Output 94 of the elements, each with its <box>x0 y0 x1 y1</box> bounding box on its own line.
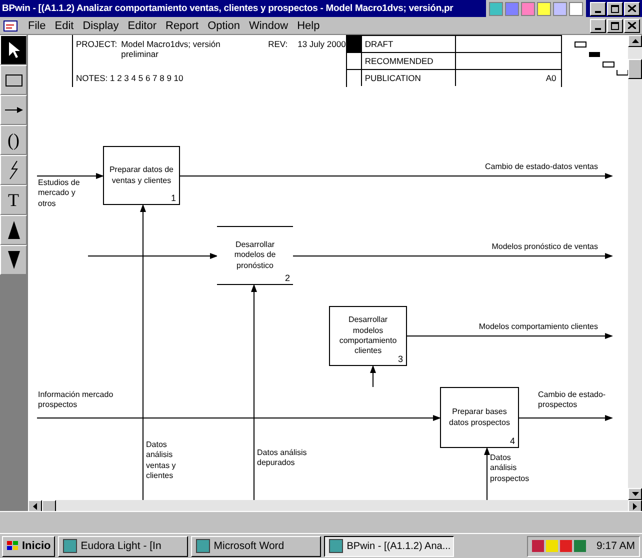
right-arrow-icon <box>633 502 637 510</box>
up-arrow-icon <box>632 39 638 43</box>
arrow-label: Información mercado prospectos <box>38 390 114 411</box>
status-label: RECOMMENDED <box>362 53 456 69</box>
arrow-label: Datos análisis prospectos <box>490 453 530 484</box>
menu-item[interactable]: Display <box>78 20 123 32</box>
arrow-label: Cambio de estado-prospectos <box>538 390 606 411</box>
arrow-label: Modelos comportamiento clientes <box>478 322 598 332</box>
window-title: BPwin - [(A1.1.2) Analizar comportamiento ventas, clientes y prospectos - Model Macro1dvs; versión,pr <box>2 3 454 14</box>
notes-text: NOTES: 1 2 3 4 5 6 7 8 9 10 <box>76 73 184 83</box>
rev-date: 13 July 2000 <box>298 39 346 51</box>
connector-arrow <box>484 447 490 500</box>
clock: 9:17 AM <box>596 540 635 552</box>
tool-button[interactable] <box>0 155 27 185</box>
activity-box[interactable]: Desarrollar modelos comportamiento clientes 3 <box>329 306 407 366</box>
close-icon <box>628 5 636 12</box>
arrow-label: Cambio de estado-datos ventas <box>484 162 598 172</box>
scroll-thumb[interactable] <box>42 500 56 512</box>
activity-label: Desarrollar modelos de pronóstico <box>233 240 277 272</box>
scroll-down-button[interactable] <box>628 488 642 500</box>
tool-button[interactable] <box>0 215 27 245</box>
tool-glyph: T <box>8 191 19 209</box>
down-arrow-icon <box>632 492 638 496</box>
activity-number: 3 <box>398 354 403 364</box>
horizontal-scrollbar[interactable] <box>28 500 642 512</box>
down-triangle-icon <box>6 250 20 270</box>
activity-label: Preparar bases datos prospectos <box>448 407 511 428</box>
tray-icon[interactable] <box>560 540 572 552</box>
taskbar-button[interactable]: Eudora Light - [In <box>58 536 188 556</box>
quick-launch-icon[interactable] <box>537 2 551 16</box>
tool-button[interactable]: T <box>0 185 27 215</box>
tool-button[interactable] <box>0 35 27 65</box>
app-icon <box>196 539 210 553</box>
maximize-button[interactable] <box>607 2 623 16</box>
close-button[interactable] <box>624 2 640 16</box>
arrow-label: Datos análisis depurados <box>257 448 307 469</box>
activity-number: 1 <box>170 193 176 203</box>
pointer-icon <box>6 41 20 59</box>
menu-item[interactable]: Edit <box>50 20 78 32</box>
connector-arrow <box>370 365 376 388</box>
menu-item[interactable]: Report <box>162 20 203 32</box>
menu-item[interactable]: Editor <box>124 20 161 32</box>
activity-label: Preparar datos de ventas y clientes <box>108 165 175 186</box>
menu-item[interactable]: Help <box>293 20 324 32</box>
status-marker[interactable] <box>346 36 362 52</box>
tool-button[interactable] <box>0 95 27 125</box>
activity-number: 2 <box>284 273 290 283</box>
vertical-scrollbar[interactable] <box>628 35 642 500</box>
project-label: PROJECT: <box>76 39 118 51</box>
app-icon <box>62 539 77 553</box>
menu-item[interactable]: Window <box>244 20 292 32</box>
status-label: PUBLICATION <box>362 70 456 86</box>
up-triangle-icon <box>6 220 20 240</box>
minimize-button[interactable] <box>590 2 606 16</box>
tool-button[interactable] <box>0 65 27 95</box>
status-label: DRAFT <box>362 36 456 52</box>
tool-glyph: () <box>8 131 20 149</box>
quick-launch-icon[interactable] <box>569 2 583 16</box>
scroll-thumb[interactable] <box>628 59 642 79</box>
tool-button[interactable]: () <box>0 125 27 155</box>
tool-button[interactable] <box>0 245 27 275</box>
connector-arrow <box>36 173 104 179</box>
activity-number: 4 <box>510 436 515 446</box>
context-code: A0 <box>546 73 556 83</box>
arrow-label: Datos análisis ventas y clientes <box>146 440 177 482</box>
start-button[interactable]: Inicio <box>2 536 55 556</box>
taskbar-button[interactable]: Microsoft Word <box>190 536 321 556</box>
scroll-left-button[interactable] <box>28 500 42 512</box>
windows-flag-icon <box>6 540 20 552</box>
arrow-icon <box>4 106 24 114</box>
arrow-label: Estudios de mercado y otros <box>38 178 81 210</box>
rev-label: REV: <box>268 39 288 51</box>
tray-icon[interactable] <box>532 540 544 552</box>
document-icon[interactable] <box>3 18 19 32</box>
menu-item[interactable]: Option <box>204 20 244 32</box>
close-icon <box>628 22 636 29</box>
minimize-button[interactable] <box>590 18 606 32</box>
rectangle-icon <box>4 74 22 86</box>
scroll-right-button[interactable] <box>628 500 642 512</box>
scroll-up-button[interactable] <box>628 35 642 47</box>
activity-box[interactable]: Desarrollar modelos de pronóstico 2 <box>217 226 293 285</box>
tray-icon[interactable] <box>574 540 586 552</box>
close-button[interactable] <box>624 18 640 32</box>
squiggle-icon <box>8 160 20 180</box>
menu-item[interactable]: File <box>24 20 50 32</box>
restore-button[interactable] <box>607 18 623 32</box>
taskbar-button[interactable]: BPwin - [(A1.1.2) Ana... <box>324 536 454 556</box>
activity-box[interactable]: Preparar datos de ventas y clientes 1 <box>103 146 180 205</box>
app-icon <box>328 539 343 553</box>
activity-box[interactable]: Preparar bases datos prospectos 4 <box>440 387 519 448</box>
activity-label: Desarrollar modelos comportamiento clientes <box>338 315 398 357</box>
project-name: Model Macro1dvs; versión preliminar <box>121 39 222 59</box>
arrow-label: Modelos pronóstico de ventas <box>490 242 598 252</box>
left-arrow-icon <box>33 502 37 510</box>
